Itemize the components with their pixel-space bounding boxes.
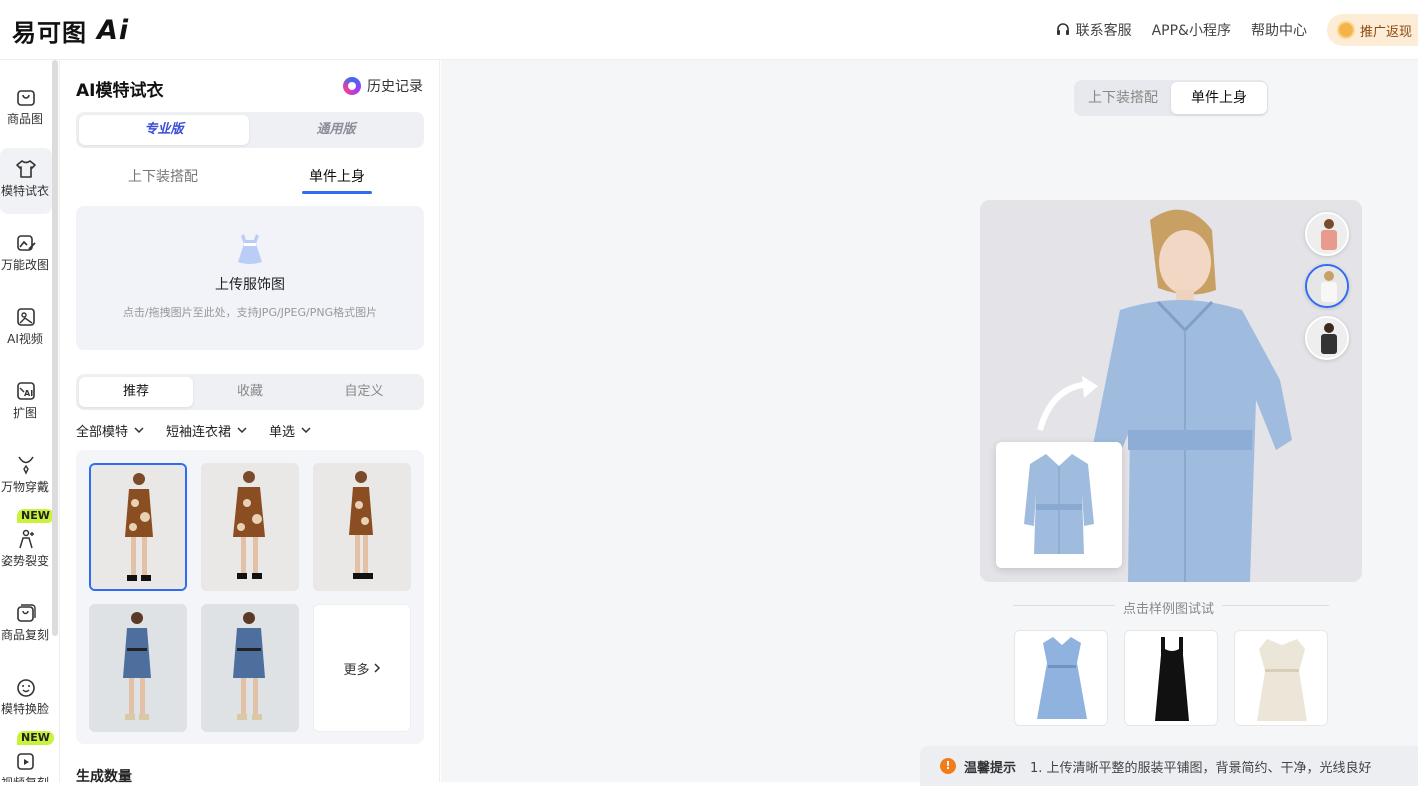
history-icon <box>343 77 361 95</box>
preview-area: 上下装搭配 单件上身 点击样例图试试 ! 温馨提示 1. 上传清晰平整的服装平铺… <box>441 60 1418 786</box>
sample-garment[interactable] <box>1234 630 1328 726</box>
model-source-tabs: 推荐 收藏 自定义 <box>76 374 424 410</box>
model-photo <box>201 604 299 732</box>
image-edit-icon <box>17 235 36 251</box>
version-switch: 专业版 通用版 <box>76 112 424 148</box>
sample-garment[interactable] <box>1124 630 1218 726</box>
chevron-right-icon <box>373 663 380 673</box>
video-icon <box>17 308 35 326</box>
version-pro-tab[interactable]: 专业版 <box>79 115 249 145</box>
logo-text: 易可图 <box>12 18 87 47</box>
tips-text: 1. 上传清晰平整的服装平铺图，背景简约、干净，光线良好 <box>1030 760 1372 776</box>
model-photo <box>201 463 299 591</box>
model-thumb[interactable] <box>89 604 187 732</box>
rail-item-edit-image[interactable]: 万能改图 <box>0 222 52 288</box>
rail-item-video-replicate[interactable]: 视频复刻 <box>0 740 52 782</box>
tips-bar: ! 温馨提示 1. 上传清晰平整的服装平铺图，背景简约、干净，光线良好 <box>920 746 1418 786</box>
preview-tab-single[interactable]: 单件上身 <box>1171 82 1267 114</box>
headset-icon <box>1056 23 1069 35</box>
rail-item-product-replicate[interactable]: 商品复刻 <box>0 592 52 658</box>
model-thumb[interactable] <box>201 604 299 732</box>
logo-ai: Ai <box>97 14 130 46</box>
chevron-down-icon <box>237 427 247 433</box>
brand-logo[interactable]: 易可图 Ai <box>12 13 129 47</box>
tab-combo[interactable]: 上下装搭配 <box>128 166 198 186</box>
upload-title: 上传服饰图 <box>215 277 285 293</box>
customer-service-link[interactable]: 联系客服 <box>1055 20 1132 40</box>
tab-custom[interactable]: 自定义 <box>307 377 421 407</box>
model-grid: 更多 <box>76 450 424 744</box>
preview-tab-combo[interactable]: 上下装搭配 <box>1088 82 1158 114</box>
sample-model-thumb[interactable] <box>1305 212 1349 256</box>
model-thumb[interactable] <box>313 463 411 591</box>
top-bar: 易可图 Ai 联系客服 APP&小程序 帮助中心 推广返现 <box>0 0 1418 60</box>
model-photo <box>89 604 187 732</box>
rail-scrollbar[interactable] <box>52 60 58 636</box>
video-copy-icon <box>17 753 34 770</box>
filter-select-mode-dropdown[interactable]: 单选 <box>269 420 311 440</box>
garment-photo <box>996 442 1122 568</box>
help-center-link[interactable]: 帮助中心 <box>1251 20 1307 40</box>
sample-model-thumb[interactable] <box>1305 264 1349 308</box>
necklace-icon <box>18 456 34 475</box>
shirt-icon <box>16 160 36 178</box>
app-link[interactable]: APP&小程序 <box>1152 20 1231 40</box>
sample-model-thumb[interactable] <box>1305 316 1349 360</box>
dress-icon <box>238 234 262 264</box>
garment-photo <box>1235 631 1327 725</box>
coin-icon <box>1336 21 1355 39</box>
rail-item-product-image[interactable]: 商品图 <box>0 76 52 142</box>
tryon-panel: AI模特试衣 历史记录 专业版 通用版 上下装搭配 单件上身 上传服饰图 点击/… <box>60 60 440 785</box>
model-filters: 全部模特 短袖连衣裙 单选 <box>76 420 333 440</box>
garment-photo <box>1125 631 1217 725</box>
panel-title: AI模特试衣 <box>76 81 164 101</box>
garment-photo <box>1015 631 1107 725</box>
bag-icon <box>17 90 35 106</box>
model-thumb[interactable] <box>201 463 299 591</box>
rail-item-pose-variation[interactable]: 姿势裂变 <box>0 518 52 584</box>
preview-mode-switch: 上下装搭配 单件上身 <box>1074 80 1268 116</box>
model-photo <box>313 463 411 591</box>
pose-icon <box>19 529 34 549</box>
more-models-button[interactable]: 更多 <box>313 604 411 732</box>
promo-button[interactable]: 推广返现 <box>1326 14 1418 46</box>
rail-item-expand[interactable]: AI 扩图 <box>0 370 52 436</box>
tips-title: 温馨提示 <box>964 760 1017 776</box>
rail-item-wear-anything[interactable]: 万物穿戴 <box>0 444 52 510</box>
tab-recommend[interactable]: 推荐 <box>79 377 193 407</box>
expand-icon: AI <box>17 382 35 400</box>
top-nav: 联系客服 APP&小程序 帮助中心 推广返现 <box>1055 14 1418 46</box>
upload-hint: 点击/拖拽图片至此处，支持JPG/JPEG/PNG格式图片 <box>122 306 378 319</box>
chevron-down-icon <box>301 427 311 433</box>
active-tab-indicator <box>302 191 372 194</box>
model-thumb[interactable] <box>89 463 187 591</box>
warning-icon: ! <box>940 758 956 774</box>
mode-tabs: 上下装搭配 单件上身 <box>76 160 424 196</box>
upload-garment-dropzone[interactable]: 上传服饰图 点击/拖拽图片至此处，支持JPG/JPEG/PNG格式图片 <box>76 206 424 350</box>
left-rail: 商品图 模特试衣 万能改图 AI视频 AI 扩图 万物穿戴 NEW 姿势裂变 商… <box>0 60 60 782</box>
sample-garment[interactable] <box>1014 630 1108 726</box>
chevron-down-icon <box>134 427 144 433</box>
rail-item-model-tryon[interactable]: 模特试衣 <box>0 148 52 214</box>
rail-item-face-swap[interactable]: 模特换脸 <box>0 666 52 732</box>
rail-item-ai-video[interactable]: AI视频 <box>0 296 52 362</box>
history-button[interactable]: 历史记录 <box>343 76 423 96</box>
model-photo <box>91 465 185 589</box>
generate-count-label: 生成数量 <box>76 769 132 785</box>
svg-text:AI: AI <box>24 389 33 398</box>
tab-favorite[interactable]: 收藏 <box>193 377 307 407</box>
face-icon <box>17 679 35 697</box>
filter-model-dropdown[interactable]: 全部模特 <box>76 420 144 440</box>
tab-single[interactable]: 单件上身 <box>309 166 365 186</box>
bag-copy-icon <box>17 604 36 622</box>
garment-inset <box>996 442 1122 568</box>
sample-label: 点击样例图试试 <box>1115 598 1223 617</box>
version-general-tab[interactable]: 通用版 <box>251 115 421 145</box>
filter-category-dropdown[interactable]: 短袖连衣裙 <box>166 420 247 440</box>
